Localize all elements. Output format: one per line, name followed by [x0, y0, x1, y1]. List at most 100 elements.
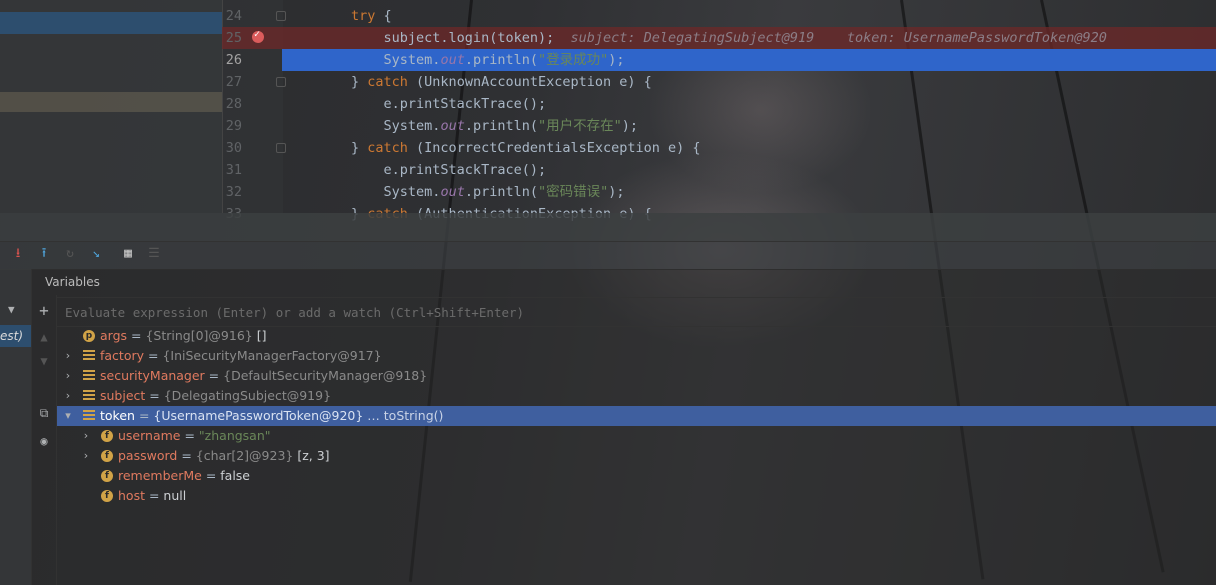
- code-token: e.printStackTrace();: [286, 162, 547, 178]
- variable-value[interactable]: … toString(): [363, 408, 443, 423]
- line-number[interactable]: 31: [222, 159, 242, 181]
- code-text[interactable]: } catch (UnknownAccountException e) {: [286, 71, 652, 93]
- code-line[interactable]: 25 subject.login(token); subject: Delega…: [222, 27, 1216, 49]
- chevron-right-icon[interactable]: ›: [81, 446, 91, 466]
- evaluate-expression-icon[interactable]: ↘: [88, 246, 104, 262]
- debug-panel-header: [0, 213, 1216, 241]
- variable-text: password = {char[2]@923} [z, 3]: [118, 448, 330, 463]
- project-tree-panel[interactable]: [0, 0, 222, 213]
- code-line[interactable]: 32 System.out.println("密码错误");: [222, 181, 1216, 203]
- chevron-down-icon[interactable]: ▾: [63, 406, 73, 426]
- breakpoint-icon[interactable]: [252, 29, 264, 43]
- code-line[interactable]: 30 } catch (IncorrectCredentialsExceptio…: [222, 137, 1216, 159]
- variable-type: {DelegatingSubject@919}: [163, 388, 332, 403]
- code-line[interactable]: 24 try {: [222, 5, 1216, 27]
- code-text[interactable]: e.printStackTrace();: [286, 159, 547, 181]
- variable-row-subject[interactable]: › subject = {DelegatingSubject@919}: [57, 386, 1216, 406]
- line-number[interactable]: 30: [222, 137, 242, 159]
- chevron-right-icon[interactable]: ›: [63, 346, 73, 366]
- watch-eye-icon[interactable]: ◉: [37, 434, 51, 448]
- code-line[interactable]: 26 System.out.println("登录成功");: [222, 49, 1216, 71]
- line-number[interactable]: 32: [222, 181, 242, 203]
- evaluate-expression-input[interactable]: [63, 302, 1167, 322]
- code-token: );: [608, 184, 625, 200]
- add-watch-icon[interactable]: +: [37, 303, 51, 319]
- step-into-icon[interactable]: ⭳: [10, 246, 26, 262]
- variable-row-token[interactable]: ▾ token = {UsernamePasswordToken@920} … t…: [57, 406, 1216, 426]
- variable-row-password[interactable]: › f password = {char[2]@923} [z, 3]: [57, 446, 1216, 466]
- code-line[interactable]: 28 e.printStackTrace();: [222, 93, 1216, 115]
- fold-marker-icon[interactable]: [276, 77, 286, 87]
- chevron-down-icon[interactable]: ▼: [8, 303, 24, 319]
- code-line[interactable]: 31 e.printStackTrace();: [222, 159, 1216, 181]
- project-tree-highlight: [0, 92, 222, 112]
- variable-name: args: [100, 328, 128, 343]
- code-token: }: [286, 140, 368, 156]
- field-icon: f: [101, 430, 113, 442]
- variable-text: host = null: [118, 488, 187, 503]
- code-token: System.: [286, 184, 441, 200]
- variable-name: host: [118, 488, 145, 503]
- line-number[interactable]: 29: [222, 115, 242, 137]
- line-number[interactable]: 28: [222, 93, 242, 115]
- code-token: catch: [367, 74, 408, 90]
- parameter-icon: p: [83, 330, 95, 342]
- object-icon: [83, 410, 95, 422]
- object-icon: [83, 390, 95, 402]
- variable-name: password: [118, 448, 178, 463]
- copy-icon[interactable]: ⧉: [37, 406, 51, 420]
- variable-text: token = {UsernamePasswordToken@920} … to…: [100, 408, 444, 423]
- line-number[interactable]: 26: [222, 49, 242, 71]
- code-line[interactable]: 29 System.out.println("用户不存在");: [222, 115, 1216, 137]
- variable-name: token: [100, 408, 135, 423]
- fold-marker-icon[interactable]: [276, 11, 286, 21]
- chevron-right-icon[interactable]: ›: [81, 426, 91, 446]
- variable-text: factory = {IniSecurityManagerFactory@917…: [100, 348, 382, 363]
- variable-row-factory[interactable]: › factory = {IniSecurityManagerFactory@91…: [57, 346, 1216, 366]
- code-token: {: [375, 8, 392, 24]
- object-icon: [83, 350, 95, 362]
- chevron-right-icon[interactable]: ›: [63, 366, 73, 386]
- variable-row-rememberMe[interactable]: f rememberMe = false: [57, 466, 1216, 486]
- variable-row-host[interactable]: f host = null: [57, 486, 1216, 506]
- variable-row-securityManager[interactable]: › securityManager = {DefaultSecurityManag…: [57, 366, 1216, 386]
- chevron-right-icon[interactable]: ›: [63, 386, 73, 406]
- object-icon: [83, 370, 95, 382]
- code-token: .println(: [464, 118, 538, 134]
- code-token: e.printStackTrace();: [286, 96, 547, 112]
- code-text[interactable]: System.out.println("密码错误");: [286, 181, 625, 203]
- code-text[interactable]: } catch (IncorrectCredentialsException e…: [286, 137, 701, 159]
- variable-value: [z, 3]: [293, 448, 330, 463]
- code-text[interactable]: try {: [286, 5, 392, 27]
- code-editor[interactable]: 24 try {25 subject.login(token); subject…: [0, 0, 1216, 222]
- line-number[interactable]: 27: [222, 71, 242, 93]
- code-token: subject.login(token);: [286, 30, 571, 46]
- code-text[interactable]: subject.login(token); subject: Delegatin…: [286, 27, 1107, 49]
- code-text[interactable]: System.out.println("用户不存在");: [286, 115, 638, 137]
- step-out-icon[interactable]: ⭱: [36, 246, 52, 262]
- code-text[interactable]: e.printStackTrace();: [286, 93, 547, 115]
- code-token: out: [440, 118, 465, 134]
- variable-row-args[interactable]: p args = {String[0]@916} []: [57, 326, 1216, 346]
- project-tree-selected-item[interactable]: [0, 12, 222, 34]
- code-token: );: [621, 118, 639, 134]
- code-token: catch: [367, 140, 408, 156]
- run-to-cursor-icon[interactable]: ↻: [62, 246, 78, 262]
- inline-debug-hint: subject: DelegatingSubject@919 token: Us…: [570, 30, 1107, 46]
- line-number[interactable]: 24: [222, 5, 242, 27]
- variable-type: {String[0]@916}: [145, 328, 253, 343]
- debug-toolbar: [0, 241, 1216, 270]
- code-line[interactable]: 27 } catch (UnknownAccountException e) {: [222, 71, 1216, 93]
- variable-value: null: [163, 488, 187, 503]
- variable-name: rememberMe: [118, 468, 202, 483]
- frame-item[interactable]: est): [0, 325, 31, 347]
- variable-name: username: [118, 428, 181, 443]
- line-number[interactable]: 25: [222, 27, 242, 49]
- fold-marker-icon[interactable]: [276, 143, 286, 153]
- variable-row-username[interactable]: › f username = "zhangsan": [57, 426, 1216, 446]
- table-view-icon[interactable]: ▦: [120, 246, 136, 262]
- code-token: "用户不存在": [537, 118, 622, 134]
- code-token: "登录成功": [537, 52, 609, 68]
- code-text[interactable]: System.out.println("登录成功");: [286, 49, 625, 71]
